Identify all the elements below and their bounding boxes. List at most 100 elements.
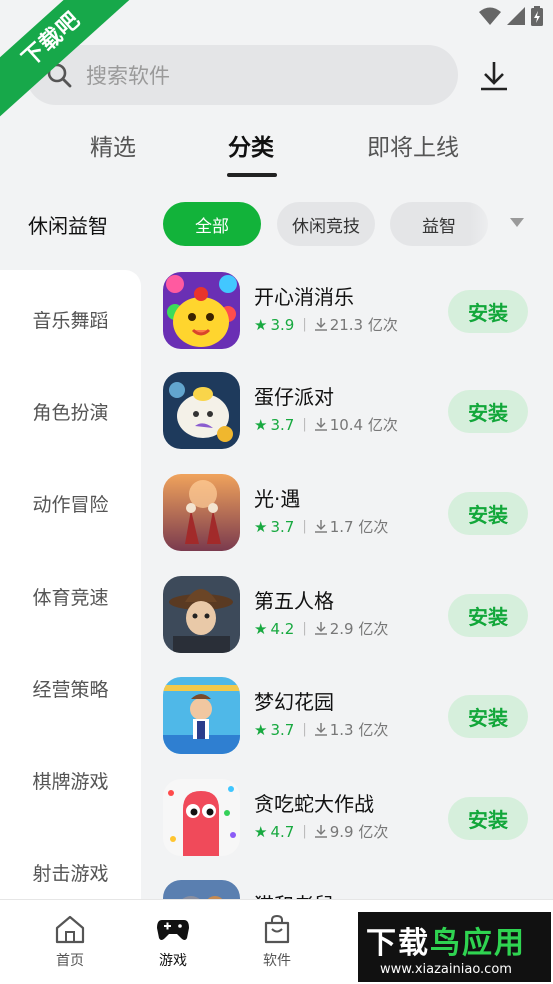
search-placeholder: 搜索软件 — [86, 64, 170, 88]
nav-games-label: 游戏 — [159, 953, 187, 969]
search-icon — [47, 63, 72, 88]
chip-row-fade — [470, 200, 500, 248]
app-icon — [163, 272, 240, 349]
app-meta: ★ 3.7 | 1.7 亿次 — [254, 516, 388, 537]
separator: | — [302, 722, 307, 737]
sidebar-item-music-dance[interactable]: 音乐舞蹈 — [0, 306, 141, 333]
separator: | — [302, 417, 307, 432]
tab-coming-soon[interactable]: 即将上线 — [367, 128, 459, 162]
top-tabs: 精选 分类 即将上线 — [0, 128, 553, 178]
gamepad-icon — [157, 920, 189, 940]
separator: | — [302, 824, 307, 839]
download-count-text: 1.3 亿次 — [329, 721, 389, 739]
app-rating: 3.7 — [270, 517, 295, 536]
tab-featured[interactable]: 精选 — [90, 128, 136, 162]
download-icon — [314, 622, 327, 635]
app-meta: ★ 3.7 | 1.3 亿次 — [254, 719, 388, 740]
sidebar-item-strategy[interactable]: 经营策略 — [0, 675, 141, 702]
download-manager-icon[interactable] — [476, 58, 512, 94]
app-meta: ★ 4.2 | 2.9 亿次 — [254, 618, 388, 639]
download-count-text: 21.3 亿次 — [329, 316, 398, 334]
app-name: 光·遇 — [254, 487, 301, 511]
download-icon — [314, 520, 327, 533]
star-icon: ★ — [254, 822, 268, 841]
tab-category[interactable]: 分类 — [228, 128, 274, 162]
chip-all[interactable]: 全部 — [163, 202, 261, 246]
wifi-icon — [479, 7, 501, 25]
install-button[interactable]: 安装 — [448, 695, 528, 738]
app-list-item[interactable]: 光·遇 ★ 3.7 | 1.7 亿次 安装 — [163, 474, 543, 552]
app-icon — [163, 779, 240, 856]
download-icon — [314, 318, 327, 331]
brand-watermark-green: 鸟应用 — [430, 926, 526, 961]
sidebar-item-role-playing[interactable]: 角色扮演 — [0, 398, 141, 425]
brand-watermark-url: www.xiazainiao.com — [380, 962, 512, 977]
app-icon — [163, 677, 240, 754]
app-meta: ★ 4.7 | 9.9 亿次 — [254, 821, 388, 842]
app-list-item[interactable]: 蛋仔派对 ★ 3.7 | 10.4 亿次 安装 — [163, 372, 543, 450]
star-icon: ★ — [254, 517, 268, 536]
app-rating: 4.2 — [270, 619, 295, 638]
star-icon: ★ — [254, 415, 268, 434]
status-bar — [479, 6, 543, 26]
battery-icon — [531, 6, 543, 26]
app-meta: ★ 3.9 | 21.3 亿次 — [254, 314, 398, 335]
separator: | — [302, 621, 307, 636]
install-button[interactable]: 安装 — [448, 594, 528, 637]
sidebar-item-board-card[interactable]: 棋牌游戏 — [0, 767, 141, 794]
install-button[interactable]: 安装 — [448, 492, 528, 535]
download-count: 9.9 亿次 — [314, 821, 389, 842]
app-name: 第五人格 — [254, 589, 334, 613]
install-button[interactable]: 安装 — [448, 390, 528, 433]
app-name: 梦幻花园 — [254, 690, 334, 714]
download-count-text: 2.9 亿次 — [329, 620, 389, 638]
download-icon — [314, 418, 327, 431]
chip-casual-competitive[interactable]: 休闲竞技 — [277, 202, 375, 246]
download-count-text: 1.7 亿次 — [329, 518, 389, 536]
active-tab-indicator — [227, 173, 277, 177]
app-rating: 3.7 — [270, 720, 295, 739]
signal-icon — [507, 7, 525, 25]
download-count-text: 9.9 亿次 — [329, 823, 389, 841]
app-list-item[interactable]: 梦幻花园 ★ 3.7 | 1.3 亿次 安装 — [163, 677, 543, 755]
search-bar[interactable]: 搜索软件 — [26, 45, 458, 105]
app-rating: 4.7 — [270, 822, 295, 841]
nav-home[interactable]: 首页 — [40, 914, 100, 970]
download-count: 1.7 亿次 — [314, 516, 389, 537]
download-count-text: 10.4 亿次 — [329, 416, 398, 434]
download-count: 2.9 亿次 — [314, 618, 389, 639]
star-icon: ★ — [254, 720, 268, 739]
app-icon — [163, 576, 240, 653]
app-icon — [163, 372, 240, 449]
download-count: 1.3 亿次 — [314, 719, 389, 740]
brand-watermark-title: 下载鸟应用 — [366, 918, 526, 962]
brand-watermark: 下载鸟应用 www.xiazainiao.com — [358, 912, 551, 982]
home-icon — [55, 915, 85, 944]
nav-games[interactable]: 游戏 — [143, 914, 203, 970]
download-count: 21.3 亿次 — [314, 314, 398, 335]
shopping-bag-icon — [264, 914, 290, 944]
app-list-item[interactable]: 贪吃蛇大作战 ★ 4.7 | 9.9 亿次 安装 — [163, 779, 543, 857]
nav-home-label: 首页 — [56, 953, 84, 969]
sidebar-item-action-adventure[interactable]: 动作冒险 — [0, 490, 141, 517]
star-icon: ★ — [254, 619, 268, 638]
nav-software[interactable]: 软件 — [247, 914, 307, 970]
app-icon — [163, 474, 240, 551]
expand-chips-icon[interactable] — [510, 218, 524, 227]
app-list-item[interactable]: 开心消消乐 ★ 3.9 | 21.3 亿次 安装 — [163, 272, 543, 350]
install-button[interactable]: 安装 — [448, 290, 528, 333]
install-button[interactable]: 安装 — [448, 797, 528, 840]
download-icon — [314, 723, 327, 736]
app-rating: 3.7 — [270, 415, 295, 434]
sidebar-item-sports-racing[interactable]: 体育竞速 — [0, 583, 141, 610]
download-icon — [314, 825, 327, 838]
app-meta: ★ 3.7 | 10.4 亿次 — [254, 414, 398, 435]
nav-software-label: 软件 — [263, 953, 291, 969]
brand-watermark-white: 下载 — [366, 926, 430, 961]
app-name: 贪吃蛇大作战 — [254, 792, 374, 816]
app-list-item[interactable]: 第五人格 ★ 4.2 | 2.9 亿次 安装 — [163, 576, 543, 654]
download-count: 10.4 亿次 — [314, 414, 398, 435]
category-sidebar: 音乐舞蹈 角色扮演 动作冒险 体育竞速 经营策略 棋牌游戏 射击游戏 — [0, 270, 141, 900]
separator: | — [302, 519, 307, 534]
sidebar-item-shooter[interactable]: 射击游戏 — [0, 859, 141, 886]
